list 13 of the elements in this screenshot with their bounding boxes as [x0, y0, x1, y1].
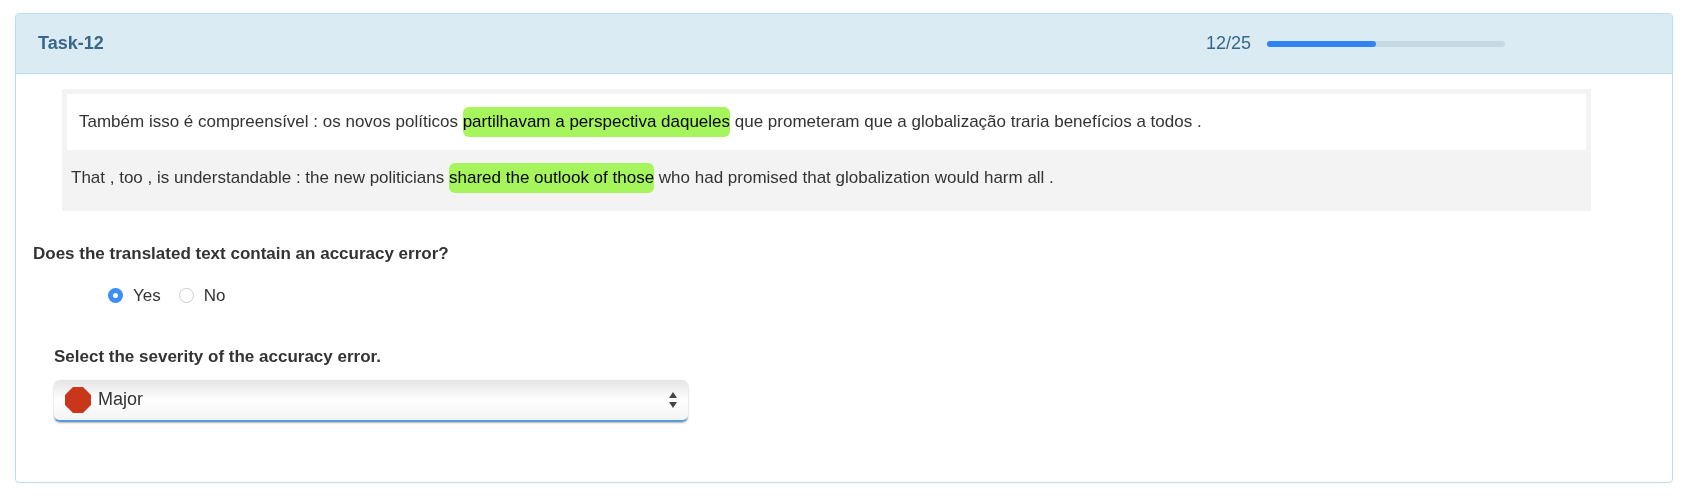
radio-icon[interactable] — [178, 287, 194, 303]
radio-option[interactable]: Yes — [108, 282, 161, 308]
target-sentence: That , too , is understandable : the new politicians shared the outlook of those who had promised that globalization would harm all . — [67, 150, 1586, 206]
stop-sign-icon — [64, 385, 92, 414]
radio-option[interactable]: No — [178, 282, 226, 308]
severity-label: Select the severity of the accuracy error. — [54, 346, 382, 368]
source-sentence: Também isso é compreensível : os novos políticos partilhavam a perspectiva daqueles que prometeram que a globalização traria benefícios a todos . — [67, 94, 1586, 150]
sort-arrows-icon — [668, 390, 678, 409]
radio-icon[interactable] — [108, 287, 123, 303]
progress-count: 12/25 — [1205, 32, 1251, 55]
task-title: Task-12 — [38, 32, 104, 55]
severity-select[interactable]: Major — [54, 379, 688, 422]
question-text: Does the translated text contain an accuracy error? — [33, 243, 450, 265]
